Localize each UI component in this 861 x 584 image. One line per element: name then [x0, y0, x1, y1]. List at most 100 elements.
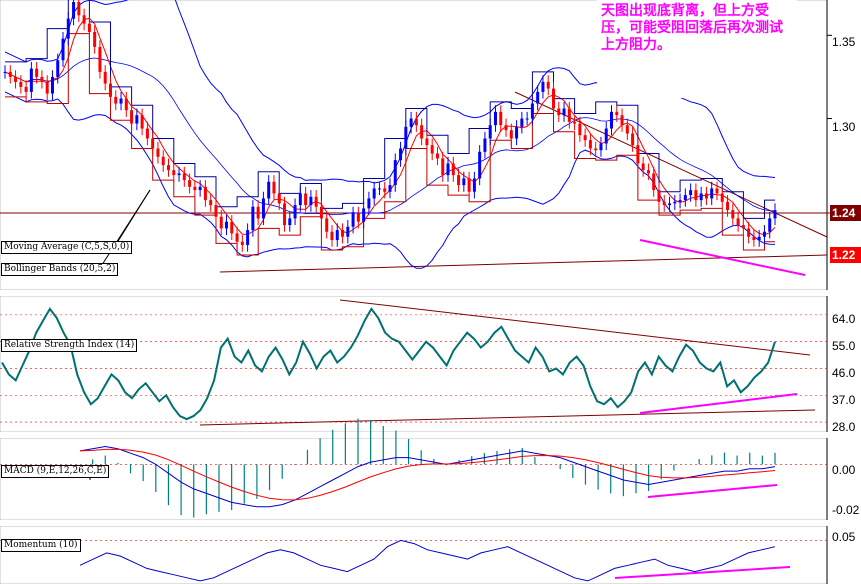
- candle-body: [341, 230, 345, 237]
- candle-body: [335, 230, 339, 241]
- bollinger-bands-label[interactable]: Bollinger Bands (20,5,2): [1, 263, 119, 276]
- moving-average-label[interactable]: Moving Average (C,5,S,0,0): [1, 241, 133, 254]
- candle-body: [414, 118, 418, 126]
- current-price-tag: 1.24: [830, 205, 861, 221]
- candle-body: [103, 71, 107, 84]
- candle-body: [399, 148, 403, 161]
- candle-body: [625, 125, 629, 134]
- candle-body: [72, 2, 76, 19]
- candle-body: [19, 81, 23, 87]
- rsi-axis-tick: 55.0: [832, 339, 856, 353]
- candle-body: [715, 188, 719, 194]
- candle-body: [678, 200, 682, 202]
- candle-body: [683, 195, 687, 201]
- candle-body: [356, 213, 360, 222]
- candle-body: [409, 118, 413, 127]
- candle-body: [114, 96, 118, 104]
- candle-body: [583, 135, 587, 141]
- candle-body: [762, 231, 766, 237]
- candle-body: [267, 181, 271, 199]
- candle-body: [145, 128, 149, 139]
- candle-body: [40, 76, 44, 82]
- candle-body: [504, 125, 508, 131]
- macd-label[interactable]: MACD (9,E,12,26,C,E): [1, 465, 110, 478]
- label-leader-line: [99, 189, 151, 269]
- candle-body: [235, 233, 239, 242]
- candle-body: [493, 111, 497, 126]
- rsi-axis-tick: 37.0: [832, 393, 856, 407]
- candle-body: [293, 205, 297, 219]
- candle-body: [288, 218, 292, 226]
- candle-body: [757, 236, 761, 241]
- candle-body: [488, 125, 492, 139]
- candle-body: [203, 186, 207, 201]
- candle-body: [325, 218, 329, 232]
- candle-body: [620, 115, 624, 126]
- candle-body: [377, 188, 381, 190]
- candle-body: [135, 115, 139, 124]
- candle-body: [240, 241, 244, 246]
- annotation-note: 天图出现底背离，但上方受压，可能受阻回落后再次测试上方阻力。: [597, 0, 797, 98]
- candle-body: [551, 88, 555, 109]
- macd-axis-tick: 0.00: [832, 463, 856, 477]
- candle-body: [472, 178, 476, 192]
- candle-body: [24, 86, 28, 92]
- candle-body: [124, 98, 128, 111]
- candle-body: [151, 138, 155, 149]
- macd-signal-line: [79, 448, 776, 501]
- candle-body: [446, 163, 450, 176]
- candle-body: [441, 158, 445, 176]
- candle-body: [652, 173, 656, 191]
- candle-body: [467, 178, 471, 192]
- candle-body: [372, 188, 376, 199]
- candle-body: [330, 231, 334, 241]
- candle-body: [420, 125, 424, 139]
- candle-body: [66, 18, 70, 39]
- candle-body: [562, 108, 566, 116]
- candle-body: [161, 156, 165, 166]
- candle-body: [367, 198, 371, 209]
- candle-body: [188, 180, 192, 187]
- candle-body: [198, 186, 202, 191]
- candle-body: [599, 143, 603, 151]
- candle-body: [166, 165, 170, 171]
- candle-body: [319, 206, 323, 219]
- candle-body: [261, 198, 265, 219]
- candle-body: [736, 218, 740, 226]
- candle-body: [425, 138, 429, 146]
- candle-body: [283, 203, 287, 226]
- candle-body: [694, 190, 698, 201]
- candle-body: [689, 190, 693, 196]
- candle-body: [499, 111, 503, 126]
- macd-line: [79, 445, 776, 508]
- candle-body: [182, 173, 186, 181]
- candle-body: [588, 140, 592, 149]
- candle-body: [45, 81, 49, 94]
- candle-body: [478, 151, 482, 179]
- candle-body: [82, 15, 86, 24]
- candle-body: [388, 185, 392, 192]
- support-trend-line: [219, 254, 828, 273]
- candle-body: [457, 175, 461, 186]
- candle-body: [673, 201, 677, 204]
- pane-frame: [0, 437, 828, 521]
- candle-body: [87, 23, 91, 32]
- candle-body: [541, 81, 545, 92]
- candle-body: [56, 60, 60, 77]
- candle-body: [77, 2, 81, 16]
- candle-body: [8, 71, 12, 77]
- candle-body: [193, 186, 197, 191]
- candle-body: [578, 123, 582, 136]
- candle-body: [747, 228, 751, 237]
- candle-body: [172, 170, 176, 176]
- rsi-support-line: [199, 409, 816, 426]
- momentum-label[interactable]: Momentum (10): [1, 539, 81, 552]
- candle-body: [209, 200, 213, 206]
- candle-body: [304, 193, 308, 206]
- pane-separator: [0, 520, 861, 526]
- candle-body: [752, 236, 756, 241]
- candle-body: [699, 193, 703, 201]
- chart-window: 天图出现底背离，但上方受压，可能受阻回落后再次测试上方阻力。 Moving Av…: [0, 0, 861, 584]
- candle-body: [108, 83, 112, 97]
- rsi-label[interactable]: Relative Strength Index (14): [1, 339, 138, 352]
